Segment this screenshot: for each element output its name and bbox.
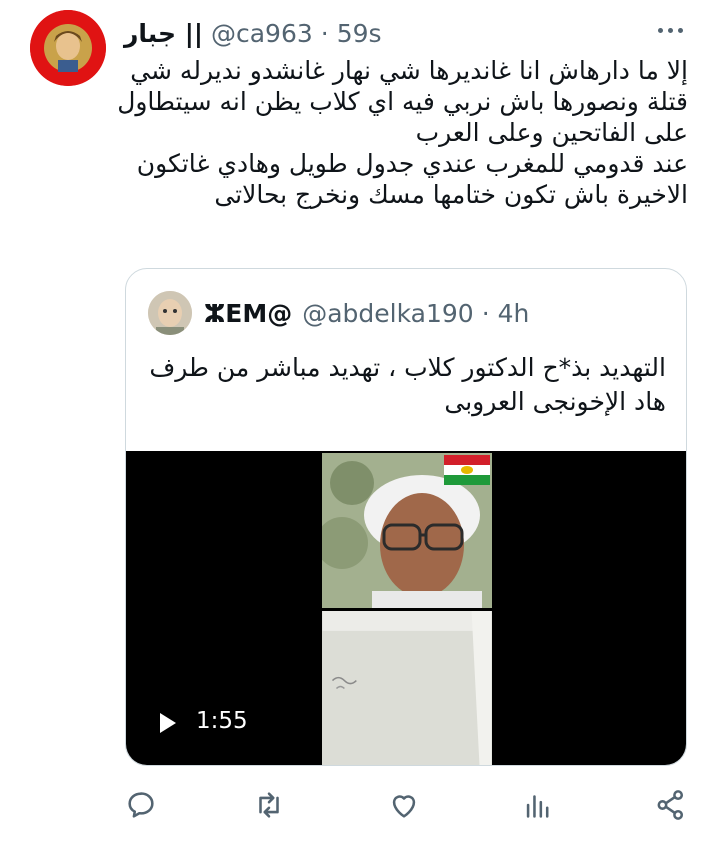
video-duration: 1:55 — [196, 708, 248, 734]
author-name[interactable]: جبار || — [124, 19, 203, 48]
views-icon[interactable] — [521, 788, 555, 822]
more-options-icon[interactable] — [652, 18, 688, 42]
video-player[interactable]: 1:55 — [126, 451, 686, 765]
quoted-header: ⵣEM@ @abdelka190 · 4h — [148, 291, 529, 335]
quoted-text-line: هاد الإخونجى العروبى — [444, 387, 666, 416]
quoted-text-line: التهديد بذ*ح الدكتور كلاب ، تهديد مباشر … — [149, 353, 666, 382]
separator-dot: · — [320, 18, 329, 48]
tweet-text-line: إلا ما دارهاش انا غانديرها شي نهار غانشد… — [130, 56, 688, 85]
quoted-text: التهديد بذ*ح الدكتور كلاب ، تهديد مباشر … — [148, 351, 666, 419]
video-frame-paper — [322, 611, 492, 765]
tweet-text-line: قتلة ونصورها باش نربي فيه اي كلاب يظن ان… — [117, 87, 688, 116]
author-handle[interactable]: @ca963 — [211, 19, 313, 48]
share-icon[interactable] — [654, 788, 688, 822]
tweet-text-line: الاخيرة باش تكون ختامها مسك ونخرج بحالات… — [214, 180, 688, 209]
separator-dot: · — [481, 298, 490, 328]
quoted-time: 4h — [497, 298, 530, 328]
quoted-author-handle: @abdelka190 — [302, 298, 474, 328]
tweet-text-line: عند قدومي للمغرب عندي جدول طويل وهادي غا… — [136, 149, 688, 178]
quoted-author-name: ⵣEM@ — [204, 298, 293, 328]
reply-icon[interactable] — [124, 788, 158, 822]
play-icon[interactable] — [160, 713, 176, 733]
like-icon[interactable] — [387, 788, 421, 822]
tweet-text-line: على الفاتحين وعلى العرب — [415, 118, 688, 147]
retweet-icon[interactable] — [252, 788, 286, 822]
action-bar — [0, 782, 720, 832]
tweet-header: جبار || @ca963 · 59s — [124, 16, 382, 50]
tweet-text: إلا ما دارهاش انا غانديرها شي نهار غانشد… — [117, 55, 688, 210]
quoted-avatar — [148, 291, 192, 335]
video-frame-person — [322, 453, 492, 608]
quoted-tweet[interactable]: ⵣEM@ @abdelka190 · 4h التهديد بذ*ح الدكت… — [125, 268, 687, 766]
tweet-time[interactable]: 59s — [337, 19, 382, 48]
author-avatar[interactable] — [30, 10, 106, 86]
